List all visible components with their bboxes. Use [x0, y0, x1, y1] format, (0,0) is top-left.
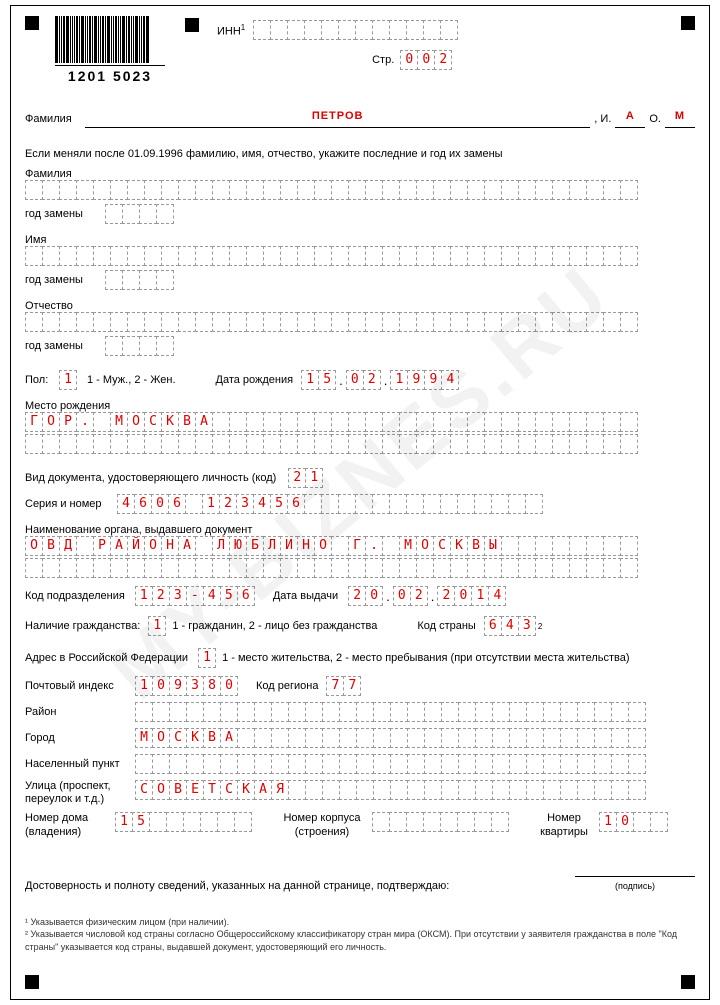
- initial-o-value[interactable]: М: [675, 110, 685, 122]
- postcode-cells[interactable]: 109380: [135, 676, 238, 696]
- birthplace-label: Место рождения: [25, 400, 695, 412]
- region-cells[interactable]: 77: [326, 676, 361, 696]
- corner-marker-tr: [681, 16, 695, 30]
- address-type-legend: 1 - место жительства, 2 - место пребыван…: [222, 652, 629, 664]
- district-cells[interactable]: [135, 702, 695, 722]
- settlement-label: Населенный пункт: [25, 758, 135, 770]
- inn-cells[interactable]: [253, 20, 458, 40]
- city-label: Город: [25, 732, 135, 744]
- marker-square: [185, 18, 199, 32]
- country-cells[interactable]: 643: [484, 616, 536, 636]
- prev-name-year-cells[interactable]: [105, 270, 174, 290]
- initial-i-label: , И.: [594, 113, 611, 125]
- postcode-label: Почтовый индекс: [25, 680, 135, 692]
- building-cells[interactable]: [372, 812, 509, 832]
- house-cells[interactable]: 15: [115, 812, 252, 832]
- doc-issuer-label: Наименование органа, выдавшего документ: [25, 524, 695, 536]
- doc-issuer-cells-2[interactable]: [25, 558, 695, 578]
- doc-issuer-cells-1[interactable]: ОВД РАЙОНА ЛЮБЛИНО Г. МОСКВЫ: [25, 536, 695, 556]
- issue-year[interactable]: 2014: [437, 586, 506, 606]
- citizenship-cells[interactable]: 1: [148, 616, 166, 636]
- barcode-number: 1201 5023: [68, 68, 152, 84]
- sex-label: Пол:: [25, 374, 59, 386]
- building-label: Номер корпуса (строения): [272, 812, 372, 838]
- country-label: Код страны: [417, 620, 476, 632]
- initial-i-value[interactable]: А: [626, 110, 635, 122]
- address-type-cells[interactable]: 1: [198, 648, 216, 668]
- prev-patronymic-label: Отчество: [25, 300, 695, 312]
- address-label: Адрес в Российской Федерации: [25, 652, 188, 664]
- doc-issue-date-label: Дата выдачи: [273, 590, 338, 602]
- issue-month[interactable]: 02: [393, 586, 428, 606]
- signature-label: (подпись): [615, 881, 655, 891]
- flat-cells[interactable]: 10: [599, 812, 668, 832]
- initial-o-label: О.: [649, 113, 661, 125]
- page-cells: 002: [400, 50, 452, 70]
- street-label: Улица (проспект, переулок и т.д.): [25, 780, 135, 806]
- surname-label: Фамилия: [25, 113, 85, 125]
- name-change-instruction: Если меняли после 01.09.1996 фамилию, им…: [25, 148, 695, 160]
- issue-day[interactable]: 20: [348, 586, 383, 606]
- street-cells[interactable]: СОВЕТСКАЯ: [135, 780, 695, 800]
- settlement-cells[interactable]: [135, 754, 695, 774]
- page-label: Стр.: [372, 54, 394, 66]
- doc-series-label: Серия и номер: [25, 498, 117, 510]
- dob-month[interactable]: 02: [346, 370, 381, 390]
- citizenship-legend: 1 - гражданин, 2 - лицо без гражданства: [172, 620, 377, 632]
- citizenship-label: Наличие гражданства:: [25, 620, 140, 632]
- sex-legend: 1 - Муж., 2 - Жен.: [87, 374, 176, 386]
- prev-patronymic-year-label: год замены: [25, 340, 105, 352]
- footnotes: ¹ Указывается физическим лицом (при нали…: [25, 916, 695, 954]
- prev-name-year-label: год замены: [25, 274, 105, 286]
- barcode-icon: [55, 16, 165, 66]
- doc-unit-cells[interactable]: 123-456: [135, 586, 255, 606]
- footnote-1: ¹ Указывается физическим лицом (при нали…: [25, 916, 695, 929]
- prev-name-cells[interactable]: [25, 246, 695, 266]
- corner-marker-br: [681, 975, 695, 989]
- doc-type-label: Вид документа, удостоверяющего личность …: [25, 472, 276, 484]
- doc-series-cells[interactable]: 4606 123456: [117, 494, 543, 514]
- corner-marker-tl: [25, 16, 39, 30]
- house-label: Номер дома (владения): [25, 812, 115, 838]
- prev-surname-cells[interactable]: [25, 180, 695, 200]
- prev-patronymic-year-cells[interactable]: [105, 336, 174, 356]
- inn-label: ИНН1: [217, 23, 245, 38]
- corner-marker-bl: [25, 975, 39, 989]
- prev-name-label: Имя: [25, 234, 695, 246]
- city-cells[interactable]: МОСКВА: [135, 728, 695, 748]
- dob-label: Дата рождения: [216, 374, 294, 386]
- confirm-text: Достоверность и полноту сведений, указан…: [25, 880, 575, 892]
- prev-surname-year-label: год замены: [25, 208, 105, 220]
- district-label: Район: [25, 706, 135, 718]
- header-row: 1201 5023 ИНН1 Стр. 002: [25, 16, 695, 84]
- surname-value[interactable]: ПЕТРОВ: [312, 110, 364, 122]
- surname-row: Фамилия ПЕТРОВ , И. А О. М: [25, 110, 695, 128]
- prev-surname-year-cells[interactable]: [105, 204, 174, 224]
- birthplace-cells-2[interactable]: [25, 434, 695, 454]
- footnote-2: ² Указывается числовой код страны соглас…: [25, 928, 695, 953]
- dob-day[interactable]: 15: [301, 370, 336, 390]
- dob-year[interactable]: 1994: [390, 370, 459, 390]
- doc-unit-label: Код подразделения: [25, 590, 125, 602]
- form-page: MY-BIZNES.RU 1201 5023 ИНН1 Стр. 002 Фам…: [10, 5, 710, 1000]
- barcode-block: 1201 5023: [55, 16, 165, 84]
- prev-patronymic-cells[interactable]: [25, 312, 695, 332]
- doc-type-cells[interactable]: 21: [288, 468, 323, 488]
- flat-label: Номер квартиры: [529, 812, 599, 838]
- birthplace-cells-1[interactable]: ГОР. МОСКВА: [25, 412, 695, 432]
- prev-surname-label: Фамилия: [25, 168, 695, 180]
- sex-cells[interactable]: 1: [59, 370, 77, 390]
- signature-line[interactable]: [575, 863, 695, 877]
- region-label: Код региона: [256, 680, 318, 692]
